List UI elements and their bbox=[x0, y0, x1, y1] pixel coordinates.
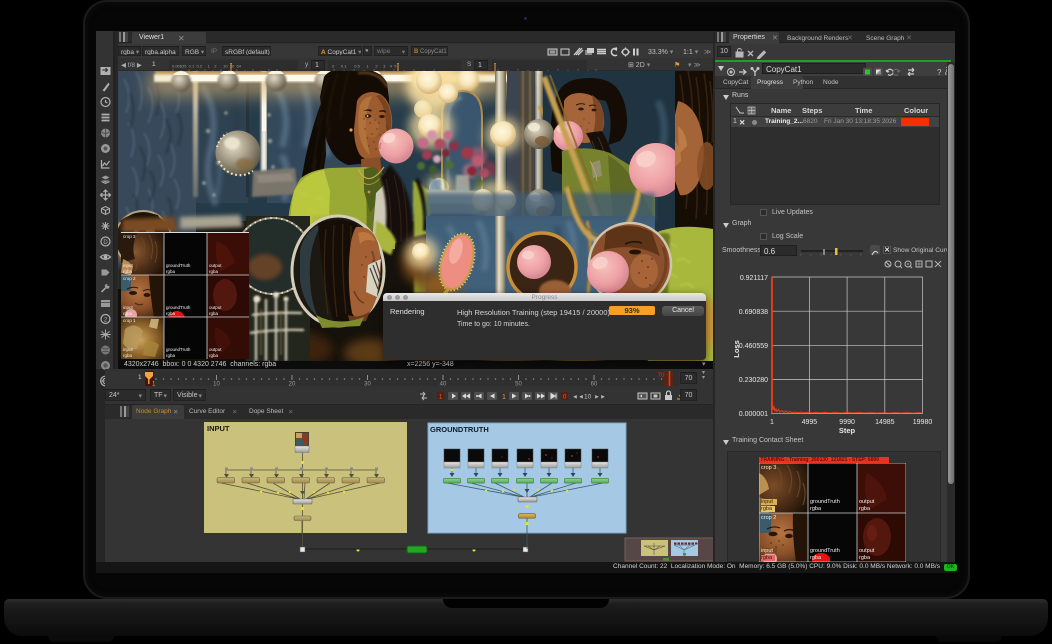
svg-text:►►: ►► bbox=[594, 395, 606, 401]
svg-text:70: 70 bbox=[658, 373, 665, 379]
svg-text:40: 40 bbox=[440, 382, 447, 387]
svg-text:GROUNDTRUTH: GROUNDTRUTH bbox=[430, 425, 489, 434]
svg-text:60: 60 bbox=[591, 382, 598, 387]
svg-text:1: 1 bbox=[502, 394, 506, 401]
svg-text:Step: Step bbox=[839, 426, 856, 435]
svg-text:30: 30 bbox=[364, 382, 371, 387]
svg-text:INPUT: INPUT bbox=[207, 424, 230, 433]
svg-text:D: D bbox=[103, 240, 108, 246]
svg-text:10: 10 bbox=[213, 382, 220, 387]
svg-text:1: 1 bbox=[152, 382, 156, 387]
svg-text:50: 50 bbox=[515, 382, 522, 387]
svg-text:0.230280: 0.230280 bbox=[739, 377, 768, 384]
svg-text:20: 20 bbox=[289, 382, 296, 387]
svg-text:1: 1 bbox=[770, 419, 774, 426]
svg-text:9990: 9990 bbox=[839, 419, 855, 426]
svg-text:0.921117: 0.921117 bbox=[740, 275, 768, 282]
svg-text:4995: 4995 bbox=[802, 419, 818, 426]
svg-text:19980: 19980 bbox=[913, 419, 933, 426]
svg-text:0.690838: 0.690838 bbox=[739, 309, 768, 316]
svg-text:14985: 14985 bbox=[875, 419, 895, 426]
svg-text:0.000001: 0.000001 bbox=[739, 411, 768, 418]
svg-text:◄◄: ◄◄ bbox=[572, 395, 584, 401]
svg-text:0.460559: 0.460559 bbox=[739, 343, 768, 350]
svg-text:10: 10 bbox=[584, 394, 592, 401]
svg-text:Loss: Loss bbox=[732, 340, 741, 358]
svg-text:0 0.1 0.5 1: 0 0.1 0.5 1 2 3 4 5 bbox=[332, 64, 397, 69]
